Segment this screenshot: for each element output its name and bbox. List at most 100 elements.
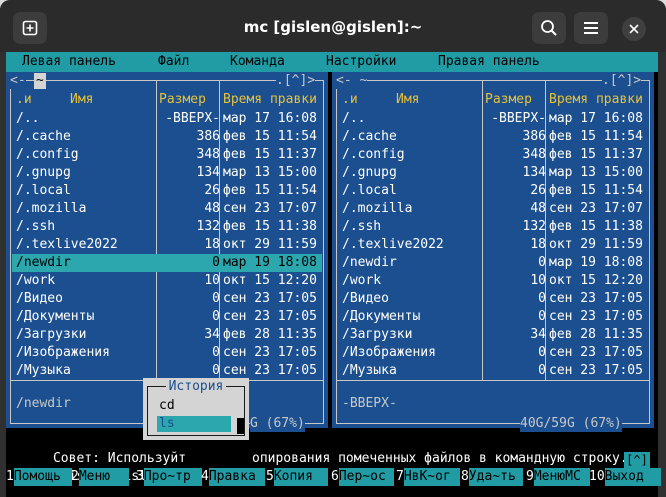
- menu-command[interactable]: Команда: [230, 54, 285, 70]
- file-row[interactable]: /Документы 0 сен 23 17:05: [338, 308, 648, 326]
- file-size: 348: [196, 147, 220, 162]
- file-name: /.ssh: [16, 219, 56, 234]
- file-name: /..: [16, 111, 40, 126]
- file-mtime: сен 23 17:05: [549, 363, 643, 378]
- column-header-size[interactable]: Размер: [159, 92, 206, 108]
- fkey-5[interactable]: 5Копия: [266, 468, 328, 486]
- file-name: /.ssh: [342, 219, 382, 234]
- file-row[interactable]: /.mozilla 48 сен 23 17:07: [12, 200, 322, 218]
- terminal-area[interactable]: Левая панель Файл Команда Настройки Прав…: [6, 52, 661, 497]
- file-size: 26: [204, 183, 220, 198]
- file-row[interactable]: /Музыка 0 сен 23 17:05: [338, 362, 648, 380]
- menu-right-panel[interactable]: Правая панель: [438, 54, 540, 70]
- file-row[interactable]: /Загрузки 34 фев 28 11:35: [338, 326, 648, 344]
- menu-options[interactable]: Настройки: [326, 54, 396, 70]
- file-size: 0: [212, 255, 220, 270]
- file-row[interactable]: /.texlive2022 18 окт 29 11:59: [12, 236, 322, 254]
- column-header-size[interactable]: Размер: [485, 92, 532, 108]
- file-row[interactable]: /.ssh 132 фев 15 11:38: [338, 218, 648, 236]
- fkey-number: 9: [526, 469, 534, 484]
- file-row[interactable]: /.cache 386 фев 15 11:54: [338, 128, 648, 146]
- panel-nav-right[interactable]: .[^]>: [276, 73, 316, 89]
- file-row[interactable]: /.gnupg 134 мар 13 15:00: [338, 164, 648, 182]
- panel-nav-left[interactable]: <-: [10, 73, 26, 89]
- fkey-7[interactable]: 7НвК~ог: [396, 468, 460, 486]
- main-menu-button[interactable]: [574, 12, 608, 44]
- right-panel[interactable]: <- ~ .[^]> .и Имя Размер Время правки /.…: [332, 72, 654, 432]
- file-row[interactable]: /.. -ВВЕРХ-мар 17 16:08: [338, 110, 648, 128]
- fkey-8[interactable]: 8Уда~ть: [461, 468, 523, 486]
- file-row[interactable]: /Изображения 0 сен 23 17:05: [12, 344, 322, 362]
- file-row[interactable]: /.texlive2022 18 окт 29 11:59: [338, 236, 648, 254]
- command-scroll-indicator[interactable]: [^]: [624, 452, 650, 468]
- file-mtime: сен 23 17:05: [223, 309, 317, 324]
- file-size: 0: [538, 255, 546, 270]
- history-item-selected[interactable]: ls: [157, 416, 231, 432]
- fkey-label: НвК~ог: [403, 468, 460, 486]
- file-row[interactable]: /Загрузки 34 фев 28 11:35: [12, 326, 322, 344]
- fkey-number: 3: [136, 469, 144, 484]
- history-popup[interactable]: История cd ls: [143, 378, 249, 440]
- fkey-number: 2: [71, 469, 79, 484]
- left-panel[interactable]: <- ~ .[^]> .и Имя Размер Время правки /.…: [6, 72, 328, 432]
- fkey-label: Меню: [78, 468, 129, 486]
- file-row[interactable]: /newdir 0 мар 19 18:08: [12, 254, 322, 272]
- fkey-1[interactable]: 1Помощь: [6, 468, 72, 486]
- file-size: 132: [196, 219, 220, 234]
- file-row[interactable]: /work 10 окт 15 12:20: [12, 272, 322, 290]
- file-row[interactable]: /.mozilla 48 сен 23 17:07: [338, 200, 648, 218]
- history-title: История: [165, 379, 227, 394]
- file-size: 48: [530, 201, 546, 216]
- menu-left-panel[interactable]: Левая панель: [22, 54, 116, 70]
- column-header-name[interactable]: Имя: [70, 92, 93, 108]
- file-size: 34: [530, 327, 546, 342]
- hint-line: Совет: Используйт опирования помеченных ф…: [6, 432, 658, 466]
- sort-indicator[interactable]: .и: [16, 92, 32, 108]
- file-name: /work: [16, 273, 56, 288]
- menu-file[interactable]: Файл: [158, 54, 189, 70]
- file-name: /newdir: [16, 255, 71, 270]
- close-button[interactable]: [622, 17, 646, 41]
- title-bar: mc [gislen@gislen]:~: [0, 0, 666, 52]
- file-row[interactable]: /.. -ВВЕРХ-мар 17 16:08: [12, 110, 322, 128]
- fkey-10[interactable]: 10Выход: [589, 468, 661, 486]
- file-row[interactable]: /Изображения 0 сен 23 17:05: [338, 344, 648, 362]
- file-row[interactable]: /Видео 0 сен 23 17:05: [12, 290, 322, 308]
- panel-path[interactable]: <- ~: [336, 73, 368, 89]
- file-name: /Изображения: [16, 345, 110, 360]
- panel-path[interactable]: ~: [34, 73, 46, 89]
- file-row[interactable]: /Видео 0 сен 23 17:05: [338, 290, 648, 308]
- fkey-9[interactable]: 9МенюМС: [526, 468, 590, 486]
- fkey-2[interactable]: 2Меню: [71, 468, 129, 486]
- file-name: /..: [342, 111, 366, 126]
- panel-nav-right[interactable]: .[^]>: [602, 73, 642, 89]
- column-header-time[interactable]: Время правки: [549, 92, 643, 108]
- file-size: 0: [538, 309, 546, 324]
- file-row[interactable]: /work 10 окт 15 12:20: [338, 272, 648, 290]
- history-item[interactable]: cd: [159, 398, 175, 414]
- file-mtime: фев 15 11:37: [223, 147, 317, 162]
- sort-indicator[interactable]: .и: [342, 92, 358, 108]
- file-row[interactable]: /.local 26 фев 15 11:54: [12, 182, 322, 200]
- file-row[interactable]: /.config 348 фев 15 11:37: [12, 146, 322, 164]
- fkey-label: Помощь: [13, 468, 72, 486]
- file-row[interactable]: /Документы 0 сен 23 17:05: [12, 308, 322, 326]
- command-line[interactable]: [gislen@gislen ~]$: [6, 450, 658, 484]
- fkey-4[interactable]: 4Правка: [201, 468, 265, 486]
- file-row[interactable]: /.gnupg 134 мар 13 15:00: [12, 164, 322, 182]
- column-header-time[interactable]: Время правки: [223, 92, 317, 108]
- fkey-6[interactable]: 6Пер~ос: [331, 468, 394, 486]
- file-row[interactable]: /.cache 386 фев 15 11:54: [12, 128, 322, 146]
- file-mtime: мар 17 16:08: [549, 111, 643, 126]
- fkey-label: Выход: [604, 468, 661, 486]
- file-row[interactable]: /newdir 0 мар 19 18:08: [338, 254, 648, 272]
- file-size: 386: [522, 129, 546, 144]
- search-button[interactable]: [532, 12, 566, 44]
- search-icon: [541, 20, 557, 36]
- file-row[interactable]: /.config 348 фев 15 11:37: [338, 146, 648, 164]
- column-header-name[interactable]: Имя: [396, 92, 419, 108]
- fkey-number: 6: [331, 469, 339, 484]
- file-row[interactable]: /.local 26 фев 15 11:54: [338, 182, 648, 200]
- file-row[interactable]: /.ssh 132 фев 15 11:38: [12, 218, 322, 236]
- fkey-3[interactable]: 3Про~тр: [136, 468, 202, 486]
